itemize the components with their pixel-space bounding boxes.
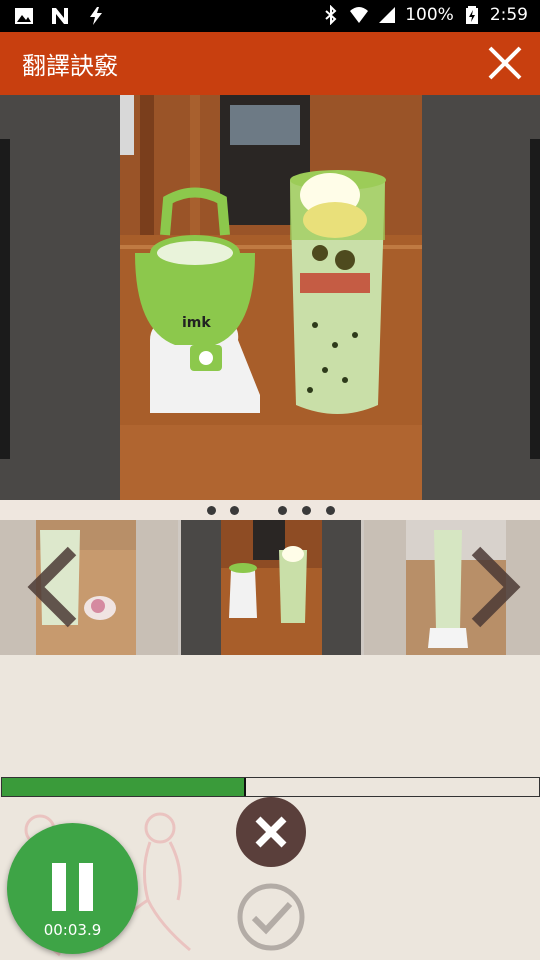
battery-percent: 100% xyxy=(405,5,454,25)
thumbnail-current[interactable] xyxy=(181,520,361,655)
elapsed-timer: 00:03.9 xyxy=(43,921,102,939)
bluetooth-icon xyxy=(325,5,337,25)
flash-icon xyxy=(90,7,102,25)
page-dot[interactable] xyxy=(230,506,239,515)
n-app-icon xyxy=(52,8,68,24)
prev-card-edge xyxy=(0,139,10,459)
blender-photo: imk xyxy=(120,95,422,500)
page-title: 翻譯訣竅 xyxy=(22,52,118,80)
cancel-icon xyxy=(255,816,287,848)
page-dot-active[interactable] xyxy=(254,506,263,515)
pager-dots xyxy=(0,500,540,520)
next-card-edge xyxy=(530,139,540,459)
image-viewer[interactable]: imk xyxy=(0,95,540,500)
svg-text:imk: imk xyxy=(182,315,211,331)
page-dot[interactable] xyxy=(207,506,216,515)
cancel-button[interactable] xyxy=(236,797,306,867)
app-bar: 翻譯訣竅 xyxy=(0,32,540,95)
check-icon[interactable] xyxy=(236,882,306,952)
close-icon[interactable] xyxy=(484,42,526,84)
progress-fill xyxy=(2,778,246,796)
clock: 2:59 xyxy=(489,5,528,25)
page-dot[interactable] xyxy=(326,506,335,515)
battery-charging-icon xyxy=(465,6,478,24)
pause-button[interactable]: 00:03.9 xyxy=(7,823,138,954)
page-dot[interactable] xyxy=(278,506,287,515)
chevron-right-icon[interactable] xyxy=(466,545,522,629)
image-icon xyxy=(15,8,33,24)
signal-icon xyxy=(379,7,396,23)
status-bar: 100% 2:59 xyxy=(0,0,540,32)
chevron-left-icon[interactable] xyxy=(26,545,82,629)
recording-progress xyxy=(1,777,540,797)
wifi-icon xyxy=(350,7,369,23)
page-dot[interactable] xyxy=(302,506,311,515)
